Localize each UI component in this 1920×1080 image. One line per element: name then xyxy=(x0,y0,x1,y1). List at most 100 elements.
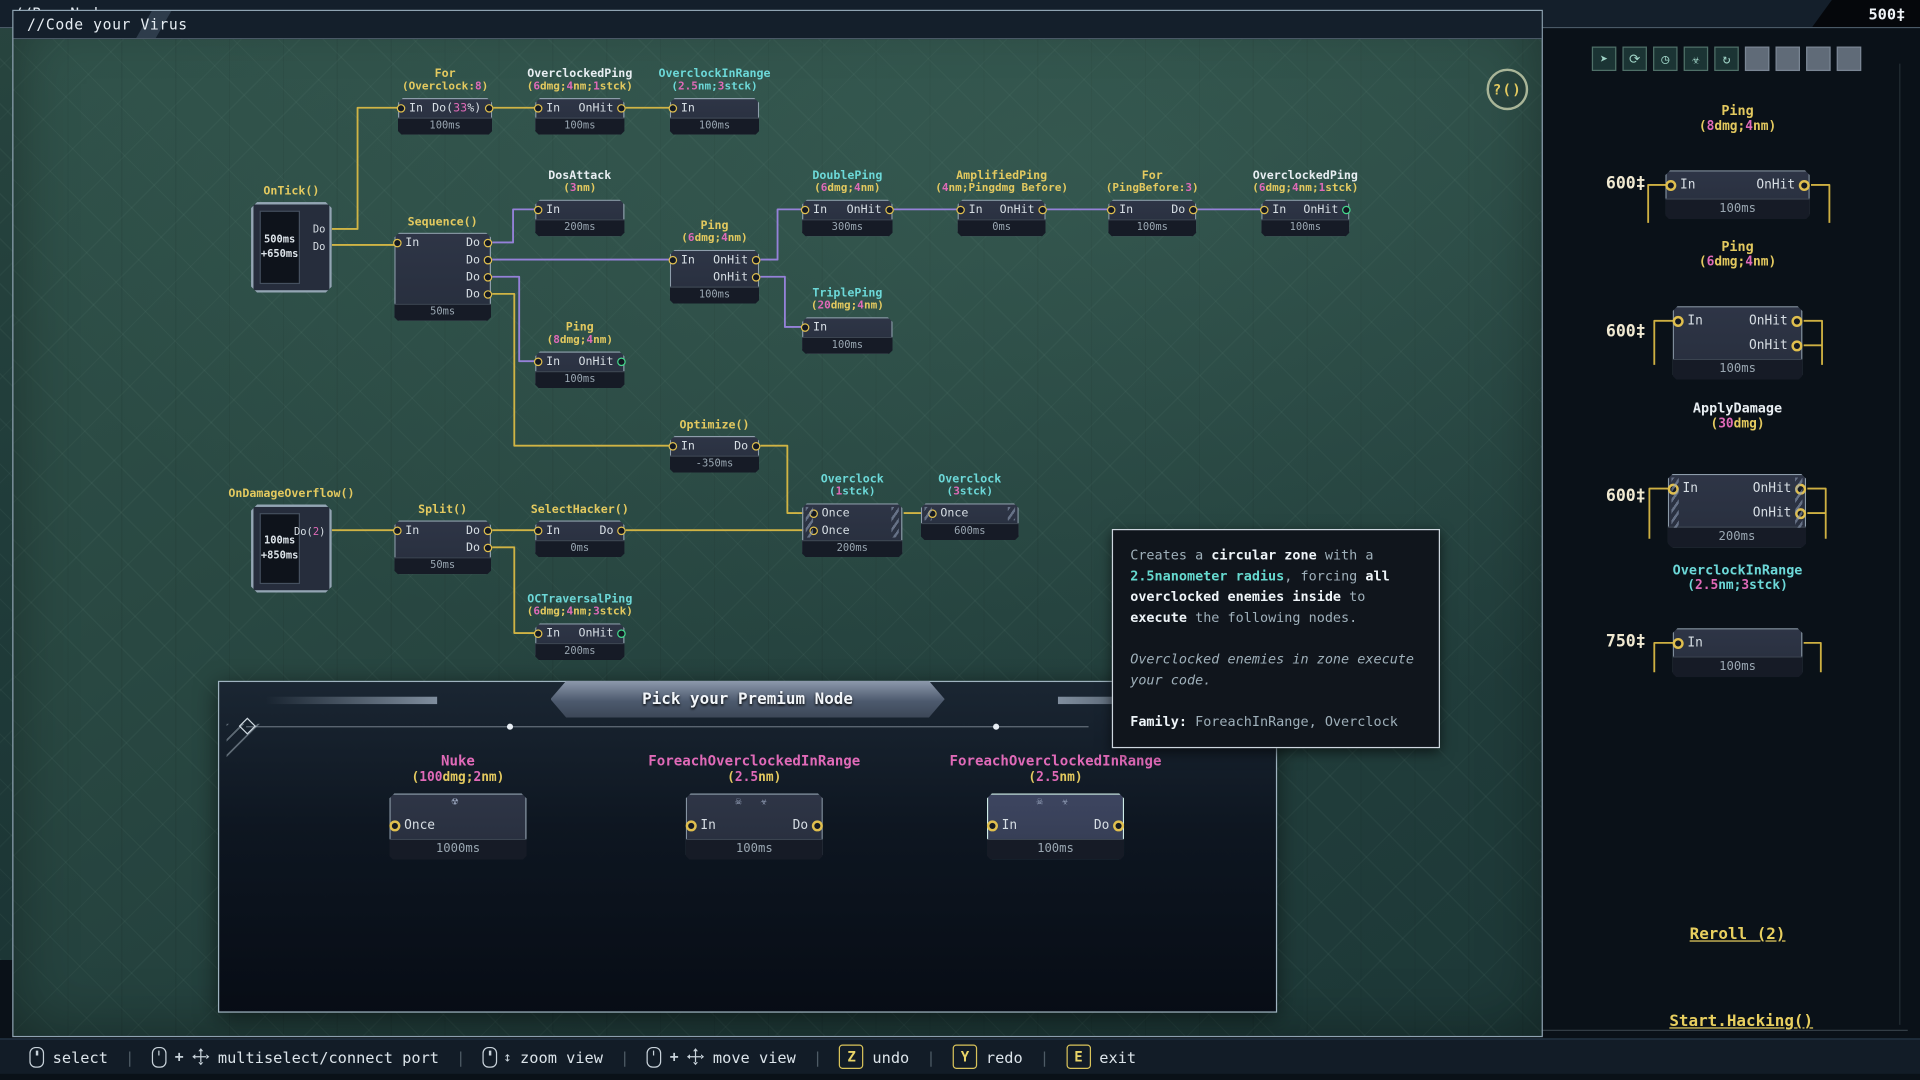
node-overclockedping-1[interactable]: OverclockedPing(6dmg;4nm;1stck)InOnHit10… xyxy=(535,98,624,135)
port-label: Do xyxy=(734,439,748,452)
port[interactable] xyxy=(1260,205,1269,214)
port[interactable] xyxy=(389,820,400,831)
node-ping-8dmg[interactable]: Ping(8dmg;4nm)InOnHit100ms xyxy=(535,351,624,388)
port[interactable] xyxy=(987,820,998,831)
port[interactable] xyxy=(484,272,493,281)
node-ping-6dmg[interactable]: Ping(6dmg;4nm)InOnHitOnHit100ms xyxy=(670,250,759,304)
port[interactable] xyxy=(534,357,543,366)
empty-slot[interactable] xyxy=(1837,47,1861,71)
node-amplifiedping[interactable]: AmplifiedPing(4nm;Pingdmg Before)InOnHit… xyxy=(958,200,1046,237)
node-shop-overclockinrange[interactable]: In100ms xyxy=(1673,628,1803,677)
port-label: Do xyxy=(466,253,480,266)
port[interactable] xyxy=(1038,205,1047,214)
port[interactable] xyxy=(752,255,761,264)
port[interactable] xyxy=(397,103,406,112)
start-hacking-link[interactable]: Start.Hacking() xyxy=(1619,1013,1864,1031)
port[interactable] xyxy=(617,629,626,638)
rotate-icon[interactable]: ↻ xyxy=(1714,47,1738,71)
node-selecthacker[interactable]: SelectHacker()InDo0ms xyxy=(535,520,624,557)
port[interactable] xyxy=(1791,340,1802,351)
port[interactable] xyxy=(617,103,626,112)
port[interactable] xyxy=(669,103,678,112)
port[interactable] xyxy=(484,290,493,299)
node-timing: 500ms+650ms xyxy=(260,211,300,284)
port[interactable] xyxy=(1665,179,1676,190)
port[interactable] xyxy=(752,272,761,281)
help-button[interactable]: ?() xyxy=(1487,69,1529,111)
port[interactable] xyxy=(801,205,810,214)
node-shop-applydamage[interactable]: InOnHitOnHit200ms xyxy=(1668,474,1806,547)
node-doubleping[interactable]: DoublePing(6dmg;4nm)InOnHit300ms xyxy=(802,200,893,237)
port[interactable] xyxy=(752,441,761,450)
empty-slot[interactable] xyxy=(1745,47,1769,71)
refresh-icon[interactable]: ⟳ xyxy=(1622,47,1646,71)
empty-slot[interactable] xyxy=(1806,47,1830,71)
port[interactable] xyxy=(669,255,678,264)
port-label: Do xyxy=(1094,818,1109,833)
node-premium-foreach-overclocked-inrange-2[interactable]: ForeachOverclockedInRange(2.5nm)☠ ☣InDo1… xyxy=(987,793,1124,859)
node-duration: 200ms xyxy=(535,643,624,660)
port[interactable] xyxy=(484,526,493,535)
modal-dot xyxy=(993,724,999,730)
virus-icon[interactable]: ☣ xyxy=(1684,47,1708,71)
reroll-link[interactable]: Reroll (2) xyxy=(1640,926,1836,944)
node-sequence[interactable]: Sequence()InDoDoDoDo50ms xyxy=(394,233,491,321)
node-overclock-3stck[interactable]: Overclock(3stck)Once600ms xyxy=(921,503,1019,540)
port[interactable] xyxy=(484,255,493,264)
clock-icon[interactable]: ◷ xyxy=(1653,47,1677,71)
node-overclockinrange-1[interactable]: OverclockInRange(2.5nm;3stck)In100ms xyxy=(670,98,759,135)
node-for-pingbefore3[interactable]: For(PingBefore:3)InDo100ms xyxy=(1108,200,1196,237)
port[interactable] xyxy=(617,357,626,366)
port[interactable] xyxy=(484,238,493,247)
hint-select: select xyxy=(29,1046,108,1067)
node-duration: 100ms xyxy=(535,371,624,388)
node-overclockedping-2[interactable]: OverclockedPing(6dmg;4nm;1stck)InOnHit10… xyxy=(1261,200,1349,237)
port[interactable] xyxy=(669,441,678,450)
port[interactable] xyxy=(801,323,810,332)
port[interactable] xyxy=(534,103,543,112)
node-optimize[interactable]: Optimize()InDo-350ms xyxy=(670,436,759,473)
node-premium-nuke[interactable]: Nuke(100dmg;2nm)☢Once1000ms xyxy=(389,793,526,859)
node-tripleping[interactable]: TriplePing(20dmg;4nm)In100ms xyxy=(802,317,893,354)
port[interactable] xyxy=(484,543,493,552)
node-ondamageoverflow[interactable]: OnDamageOverflow()100ms+850msDo(2) xyxy=(251,504,332,592)
port-label: In xyxy=(969,203,983,216)
mouse-icon xyxy=(151,1046,166,1067)
empty-slot[interactable] xyxy=(1776,47,1800,71)
port[interactable] xyxy=(1673,315,1684,326)
port[interactable] xyxy=(812,820,823,831)
node-for-overclock8[interactable]: For(Overclock:8)InDo(33%)100ms xyxy=(398,98,492,135)
port[interactable] xyxy=(885,205,894,214)
node-dosattack[interactable]: DosAttack(3nm)In200ms xyxy=(535,200,624,237)
port[interactable] xyxy=(1342,205,1351,214)
node-premium-foreach-overclocked-inrange-1[interactable]: ForeachOverclockedInRange(2.5nm)☠ ☣InDo1… xyxy=(686,793,823,859)
port[interactable] xyxy=(1189,205,1198,214)
port[interactable] xyxy=(1107,205,1116,214)
port[interactable] xyxy=(1799,179,1810,190)
port[interactable] xyxy=(534,205,543,214)
canvas-titlebar: //Code your Virus xyxy=(13,11,1541,39)
node-split[interactable]: Split()InDoDo50ms xyxy=(394,520,491,574)
node-overclock-1stck[interactable]: Overclock(1stck)OnceOnce200ms xyxy=(802,503,902,557)
port[interactable] xyxy=(617,526,626,535)
port[interactable] xyxy=(393,238,402,247)
node-duration: 100ms xyxy=(398,118,492,135)
port[interactable] xyxy=(485,103,494,112)
port-label: In xyxy=(546,203,560,216)
node-shop-ping-8dmg[interactable]: InOnHit100ms xyxy=(1665,170,1809,219)
port-label: In xyxy=(1687,636,1702,651)
port[interactable] xyxy=(534,629,543,638)
port-label: Once xyxy=(404,818,435,833)
port[interactable] xyxy=(393,526,402,535)
port[interactable] xyxy=(956,205,965,214)
cursor-icon[interactable]: ➤ xyxy=(1592,47,1616,71)
port[interactable] xyxy=(1113,820,1124,831)
port[interactable] xyxy=(1673,637,1684,648)
node-duration: 100ms xyxy=(535,118,624,135)
port[interactable] xyxy=(686,820,697,831)
node-octraversalping[interactable]: OCTraversalPing(6dmg;4nm;3stck)InOnHit20… xyxy=(535,623,624,660)
node-shop-ping-6dmg[interactable]: InOnHitOnHit100ms xyxy=(1673,306,1803,379)
node-ontick[interactable]: OnTick()500ms+650msDoDo xyxy=(251,202,332,293)
port[interactable] xyxy=(1791,315,1802,326)
port[interactable] xyxy=(534,526,543,535)
